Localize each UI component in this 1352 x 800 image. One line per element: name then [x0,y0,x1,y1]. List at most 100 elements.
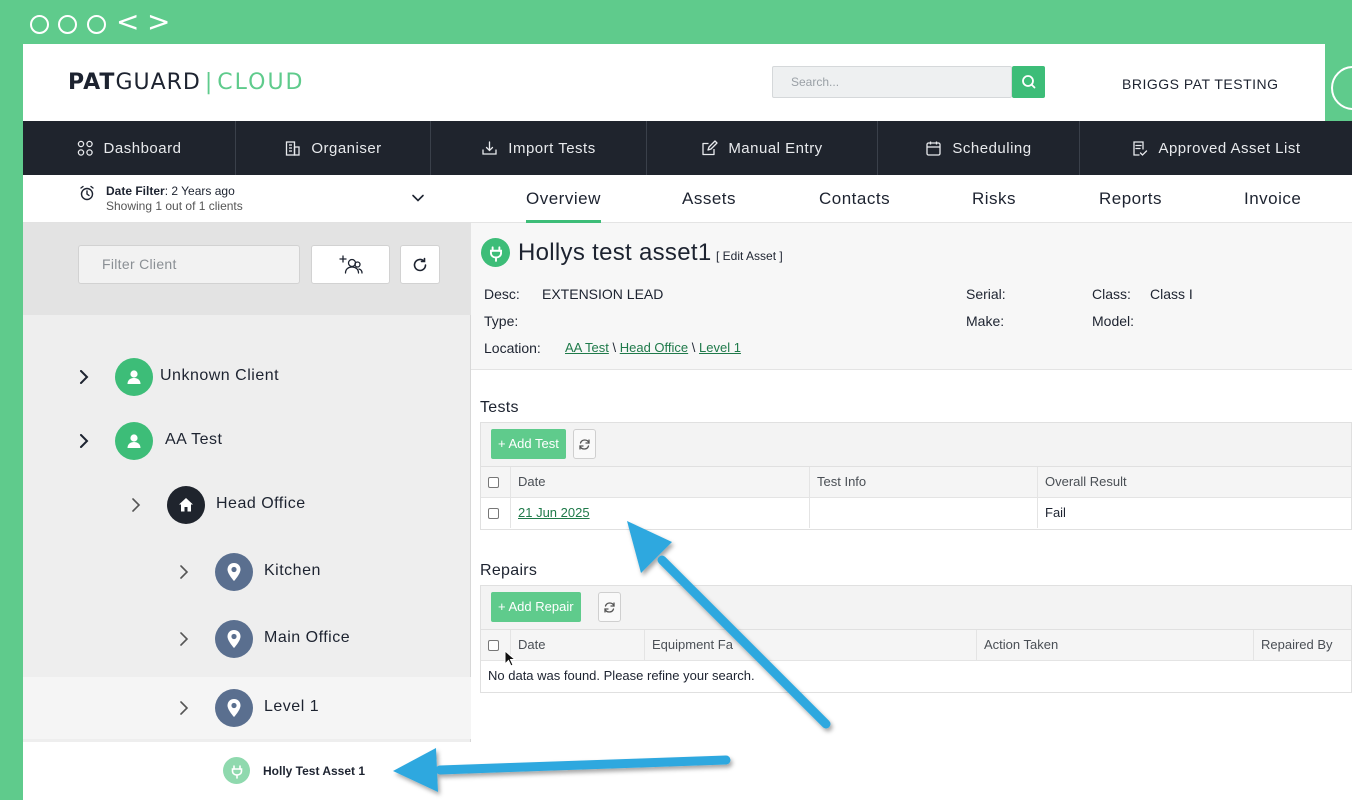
refresh-tests-button[interactable] [573,429,596,459]
back-icon[interactable]: < [116,8,139,36]
chevron-right-icon[interactable] [178,565,190,579]
tree-item-head-office[interactable]: Head Office [23,474,471,536]
refresh-repairs-button[interactable] [598,592,621,622]
empty-row: No data was found. Please refine your se… [481,661,1351,692]
chevron-right-icon[interactable] [78,370,90,384]
asset-title: Hollys test asset1 [518,239,712,266]
location-pin-icon [215,689,253,727]
nav-approved-asset-list[interactable]: Approved Asset List [1080,121,1352,175]
chevron-right-icon[interactable] [78,434,90,448]
plug-icon [223,757,250,784]
table-header-row: Date Equipment Fa Action Taken Repaired … [481,630,1351,661]
column-header-action-taken[interactable]: Action Taken [976,630,1253,660]
window-minimize-button[interactable] [58,15,77,34]
tree-item-level-1[interactable]: Level 1 [23,677,471,739]
search-icon [1022,75,1036,89]
tree-item-holly-test-asset-1[interactable]: Holly Test Asset 1 [23,742,471,800]
approved-list-icon [1133,140,1148,156]
desc-label: Desc: [484,286,520,302]
app-logo[interactable]: PATGUARD | CLOUD [68,70,305,95]
location-link-location[interactable]: Level 1 [699,340,741,355]
client-icon [115,422,153,460]
client-icon [115,358,153,396]
tab-overview[interactable]: Overview [526,189,601,223]
nav-dashboard[interactable]: Dashboard [23,121,236,175]
search-button[interactable] [1012,66,1045,98]
calendar-icon [926,141,942,156]
add-test-button[interactable]: + Add Test [491,429,566,459]
column-header-test-info[interactable]: Test Info [809,467,1037,497]
desc-value: EXTENSION LEAD [542,286,664,302]
forward-icon[interactable]: > [147,8,170,36]
main-nav: Dashboard Organiser Import Tests Manual … [23,121,1352,175]
location-link-site[interactable]: Head Office [620,340,688,355]
chevron-right-icon[interactable] [130,498,142,512]
chevron-right-icon[interactable] [178,701,190,715]
edit-asset-link[interactable]: [ Edit Asset ] [716,249,783,263]
client-filter-bar: Filter Client [23,223,471,315]
client-count: Showing 1 out of 1 clients [106,199,243,213]
repairs-heading: Repairs [480,562,538,579]
filter-client-input[interactable]: Filter Client [78,245,300,284]
client-sidebar: Date Filter: 2 Years ago Showing 1 out o… [23,175,471,800]
select-all-checkbox[interactable] [488,640,499,651]
location-pin-icon [215,553,253,591]
repairs-table: Date Equipment Fa Action Taken Repaired … [480,629,1352,693]
date-filter[interactable]: Date Filter: 2 Years ago Showing 1 out o… [23,175,471,223]
app-header: PATGUARD | CLOUD Search... BRIGGS PAT TEST… [23,44,1352,121]
window-maximize-button[interactable] [87,15,106,34]
row-checkbox[interactable] [488,508,499,519]
date-filter-label: Date Filter: 2 Years ago [106,184,235,198]
select-all-checkbox[interactable] [488,477,499,488]
tab-risks[interactable]: Risks [972,189,1016,209]
table-header-row: Date Test Info Overall Result [481,467,1351,498]
refresh-clients-button[interactable] [400,245,440,284]
make-label: Make: [966,313,1005,329]
building-icon [286,140,300,156]
test-date-link[interactable]: 21 Jun 2025 [518,505,590,520]
nav-import-tests[interactable]: Import Tests [431,121,647,175]
grid-icon [77,140,93,156]
tab-assets[interactable]: Assets [682,189,736,209]
location-link-client[interactable]: AA Test [565,340,609,355]
refresh-icon [413,257,427,271]
serial-label: Serial: [966,286,1006,302]
nav-scheduling[interactable]: Scheduling [878,121,1080,175]
tree-item-main-office[interactable]: Main Office [23,608,471,670]
window-close-button[interactable] [30,15,49,34]
user-avatar[interactable] [1325,44,1352,121]
refresh-icon [604,601,615,613]
nav-manual-entry[interactable]: Manual Entry [647,121,878,175]
asset-summary: Hollys test asset1 [ Edit Asset ] Desc: … [471,223,1352,370]
mouse-cursor-icon [504,650,516,667]
nav-organiser[interactable]: Organiser [236,121,431,175]
test-info-cell [809,498,1037,528]
column-header-date[interactable]: Date [510,630,644,660]
tab-reports[interactable]: Reports [1099,189,1162,209]
company-name[interactable]: BRIGGS PAT TESTING [1122,76,1279,92]
model-label: Model: [1092,313,1135,329]
column-header-repaired-by[interactable]: Repaired By [1253,630,1351,660]
tree-item-aa-test[interactable]: AA Test [23,410,471,472]
tab-invoice[interactable]: Invoice [1244,189,1301,209]
class-label: Class: [1092,286,1131,302]
alarm-clock-icon [80,185,94,201]
tab-contacts[interactable]: Contacts [819,189,890,209]
column-header-overall-result[interactable]: Overall Result [1037,467,1351,497]
search-input[interactable]: Search... [772,66,1012,98]
tree-item-unknown-client[interactable]: Unknown Client [23,346,471,408]
add-repair-button[interactable]: + Add Repair [491,592,581,622]
chevron-right-icon[interactable] [178,632,190,646]
repairs-toolbar: + Add Repair [480,585,1352,629]
plug-icon [481,238,510,267]
class-value: Class I [1150,286,1193,302]
chevron-down-icon[interactable] [411,191,425,205]
add-client-button[interactable] [311,245,390,284]
download-icon [482,140,497,155]
column-header-equipment-fault[interactable]: Equipment Fa [644,630,976,660]
tree-item-kitchen[interactable]: Kitchen [23,541,471,603]
column-header-date[interactable]: Date [510,467,809,497]
table-row[interactable]: 21 Jun 2025 Fail [481,498,1351,529]
location-path: AA Test \ Head Office \ Level 1 [565,340,741,355]
asset-detail-panel: Overview Assets Contacts Risks Reports I… [471,175,1352,800]
